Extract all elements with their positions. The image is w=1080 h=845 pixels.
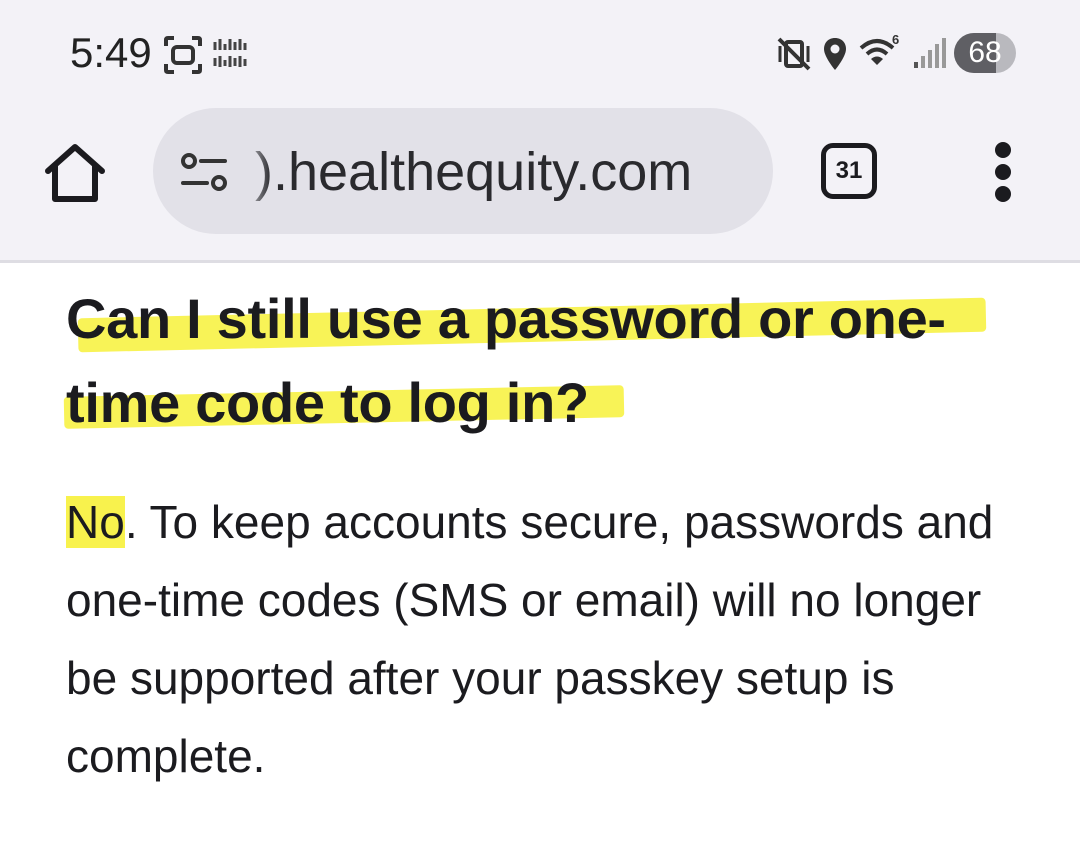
signal-icon xyxy=(914,38,946,68)
more-options-icon[interactable] xyxy=(986,142,1022,202)
battery-level: 68 xyxy=(968,36,1002,69)
wifi-icon: 6 xyxy=(859,32,899,65)
status-time: 5:49 xyxy=(70,29,152,76)
answer-highlighted-word: No xyxy=(66,496,125,548)
vibrate-mute-icon xyxy=(777,37,811,71)
svg-text:6: 6 xyxy=(892,32,899,47)
faq-question-text: Can I still use a password or one-time c… xyxy=(66,287,946,434)
browser-toolbar: ).healthequity.com 31 xyxy=(0,100,1080,263)
faq-question: Can I still use a password or one-time c… xyxy=(66,277,1026,445)
url-fade xyxy=(237,128,271,214)
url-text[interactable]: ).healthequity.com xyxy=(255,142,692,202)
address-bar[interactable]: ).healthequity.com xyxy=(153,108,773,234)
status-bar: 5:49 6 68 xyxy=(0,0,1080,100)
answer-text: . To keep accounts secure, passwords and… xyxy=(66,496,994,782)
screenshot-icon xyxy=(164,36,202,74)
location-icon xyxy=(824,38,846,70)
site-settings-icon[interactable] xyxy=(179,152,229,192)
battery-icon: 68 xyxy=(954,33,1016,73)
faq-answer: No. To keep accounts secure, passwords a… xyxy=(66,483,1026,795)
tab-count: 31 xyxy=(835,157,863,184)
tab-switcher-icon[interactable]: 31 xyxy=(821,143,877,199)
notification-icon xyxy=(213,39,247,67)
home-icon[interactable] xyxy=(42,140,108,206)
page-content: Can I still use a password or one-time c… xyxy=(0,263,1080,845)
